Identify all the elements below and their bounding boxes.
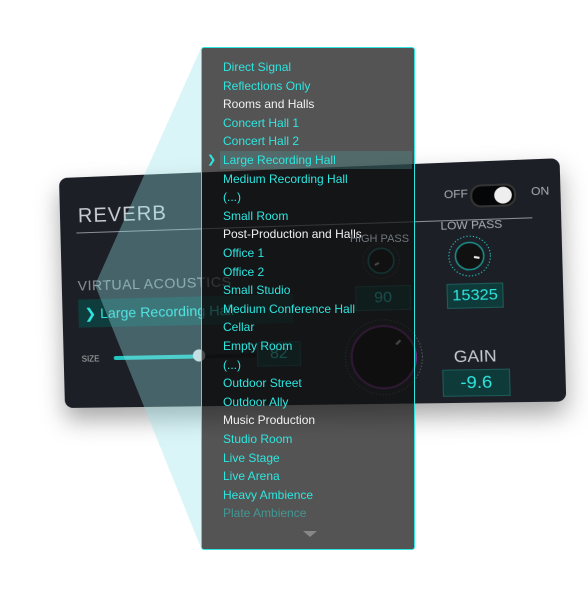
menu-item[interactable]: Studio Room (223, 430, 292, 448)
menu-item[interactable]: Reflections Only (223, 77, 310, 95)
menu-group-header: Rooms and Halls (223, 97, 315, 112)
preset-dropdown-menu[interactable]: Direct Signal Reflections Only Rooms and H… (201, 47, 415, 550)
menu-item[interactable]: Concert Hall 1 (223, 114, 299, 132)
menu-item[interactable]: Large Recording Hall (223, 151, 336, 169)
menu-item[interactable]: Medium Recording Hall (223, 170, 348, 188)
menu-item[interactable]: Cellar (223, 318, 254, 336)
menu-item[interactable]: (...) (223, 356, 241, 374)
scroll-down-arrow-icon[interactable] (303, 531, 317, 537)
menu-item[interactable]: Outdoor Street (223, 374, 302, 392)
menu-item[interactable]: Small Room (223, 207, 288, 225)
menu-item[interactable]: Small Studio (223, 281, 290, 299)
menu-item[interactable]: Office 1 (223, 244, 264, 262)
high-pass-label: HIGH PASS (350, 233, 410, 245)
menu-item[interactable]: Direct Signal (223, 58, 291, 76)
menu-group-header: Post-Production and Halls (223, 227, 362, 242)
menu-item[interactable]: Live Stage (223, 449, 280, 467)
menu-item[interactable]: Empty Room (223, 337, 292, 355)
menu-item[interactable]: Outdoor Ally (223, 393, 288, 411)
menu-item[interactable]: (...) (223, 188, 241, 206)
menu-item[interactable]: Medium Conference Hall (223, 300, 355, 318)
menu-item[interactable]: Plate Ambience (223, 504, 306, 522)
menu-item[interactable]: Live Arena (223, 467, 280, 485)
menu-item[interactable]: Office 2 (223, 263, 264, 281)
chevron-right-icon: ❯ (207, 154, 217, 166)
menu-item[interactable]: Heavy Ambience (223, 486, 313, 504)
menu-group-header: Music Production (223, 413, 316, 428)
menu-item[interactable]: Concert Hall 2 (223, 132, 299, 150)
